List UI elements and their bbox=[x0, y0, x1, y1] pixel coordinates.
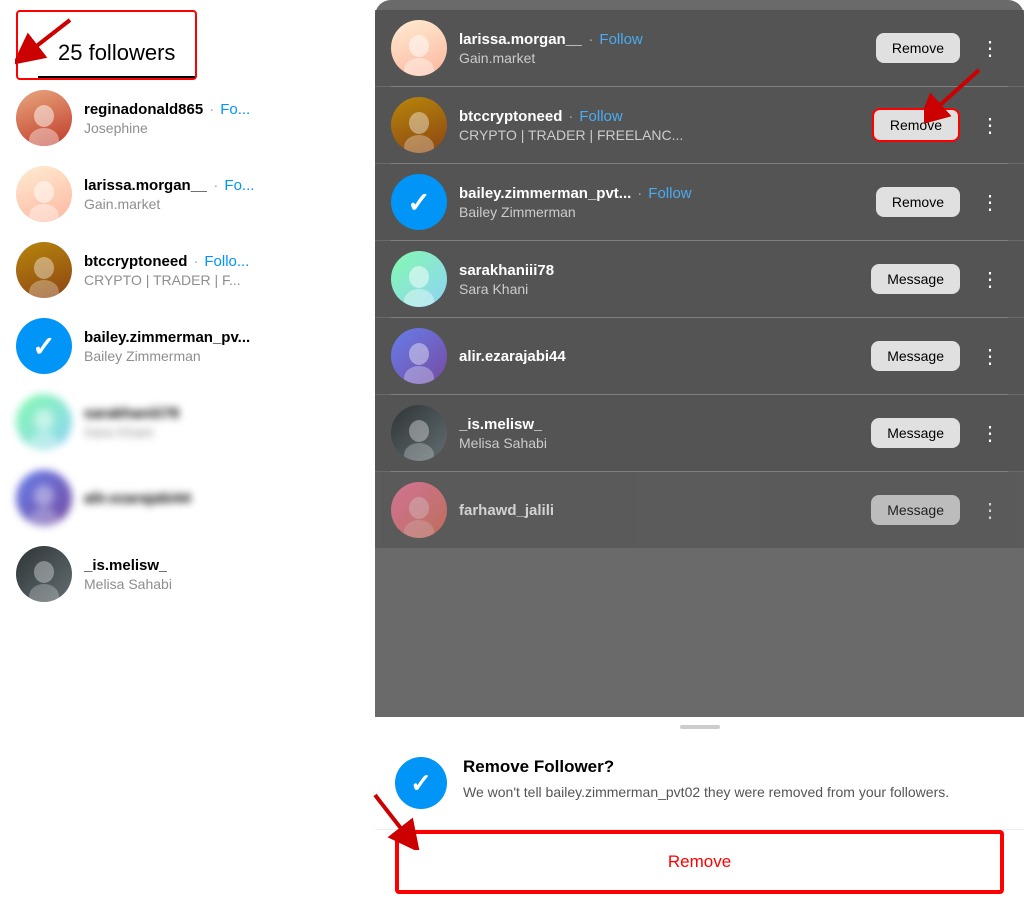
remove-button[interactable]: Remove bbox=[876, 33, 960, 63]
user-info: btccryptoneed · Follo... CRYPTO | TRADER… bbox=[84, 253, 359, 288]
username: larissa.morgan__ bbox=[459, 31, 582, 48]
user-info: larissa.morgan__ · Fo... Gain.market bbox=[84, 177, 359, 212]
avatar-blue-check: ✓ bbox=[391, 174, 447, 230]
follow-link[interactable]: Follo... bbox=[204, 253, 249, 270]
avatar bbox=[391, 405, 447, 461]
red-arrow-right bbox=[924, 65, 994, 130]
display-name: CRYPTO | TRADER | F... bbox=[84, 272, 359, 288]
follow-link[interactable]: Follow bbox=[648, 185, 691, 202]
avatar bbox=[16, 470, 72, 526]
user-info: _is.melisw_ Melisa Sahabi bbox=[84, 557, 359, 592]
username: reginadonald865 bbox=[84, 101, 203, 118]
avatar bbox=[16, 90, 72, 146]
username: larissa.morgan__ bbox=[84, 177, 207, 194]
follow-link[interactable]: Follow bbox=[599, 31, 642, 48]
remove-button[interactable]: Remove bbox=[876, 187, 960, 217]
user-info: btccryptoneed · Follow CRYPTO | TRADER |… bbox=[459, 108, 860, 143]
username: _is.melisw_ bbox=[459, 416, 542, 433]
message-button[interactable]: Message bbox=[871, 341, 960, 371]
list-item[interactable]: alir.ezarajabi44 bbox=[0, 460, 375, 536]
avatar bbox=[16, 166, 72, 222]
left-panel: 25 followers reginadonald865 · Fo... Jos… bbox=[0, 0, 375, 910]
username: farhawd_jalili bbox=[459, 502, 554, 519]
follow-link[interactable]: Fo... bbox=[220, 101, 250, 118]
username: bailey.zimmerman_pvt... bbox=[459, 185, 631, 202]
more-options-icon[interactable]: ⋮ bbox=[972, 32, 1008, 65]
list-item[interactable]: farhawd_jalili Message ⋮ bbox=[375, 472, 1024, 548]
list-item[interactable]: ✓ bailey.zimmerman_pv... Bailey Zimmerma… bbox=[0, 308, 375, 384]
list-item[interactable]: reginadonald865 · Fo... Josephine bbox=[0, 80, 375, 156]
user-info: bailey.zimmerman_pv... Bailey Zimmerman bbox=[84, 329, 359, 364]
username: alir.ezarajabi44 bbox=[84, 490, 191, 507]
remove-button-box: Remove bbox=[395, 830, 1004, 894]
display-name: Josephine bbox=[84, 120, 359, 136]
display-name: Gain.market bbox=[84, 196, 359, 212]
user-info: _is.melisw_ Melisa Sahabi bbox=[459, 416, 859, 451]
red-arrow-top-left bbox=[15, 15, 75, 65]
remove-follower-sheet: ✓ Remove Follower? We won't tell bailey.… bbox=[375, 717, 1024, 910]
checkmark-icon: ✓ bbox=[407, 186, 430, 219]
more-options-icon[interactable]: ⋮ bbox=[972, 186, 1008, 219]
user-info: alir.ezarajabi44 bbox=[459, 348, 859, 365]
bottom-sheet-text: Remove Follower? We won't tell bailey.zi… bbox=[463, 757, 1004, 803]
user-info: farhawd_jalili bbox=[459, 502, 859, 519]
display-name: CRYPTO | TRADER | FREELANC... bbox=[459, 127, 860, 143]
display-name: Sara Khani bbox=[459, 281, 859, 297]
display-name: Melisa Sahabi bbox=[459, 435, 859, 451]
remove-follower-button[interactable]: Remove bbox=[397, 832, 1002, 892]
list-item[interactable]: _is.melisw_ Melisa Sahabi bbox=[0, 536, 375, 612]
user-info: larissa.morgan__ · Follow Gain.market bbox=[459, 31, 864, 66]
username: btccryptoneed bbox=[84, 253, 187, 270]
avatar bbox=[391, 251, 447, 307]
avatar-blue-check: ✓ bbox=[16, 318, 72, 374]
bottom-sheet-content: ✓ Remove Follower? We won't tell bailey.… bbox=[375, 733, 1024, 809]
bottom-sheet-description: We won't tell bailey.zimmerman_pvt02 the… bbox=[463, 783, 1004, 803]
display-name: Gain.market bbox=[459, 50, 864, 66]
drag-handle bbox=[680, 725, 720, 729]
username: sarakhaniii78 bbox=[84, 405, 179, 422]
follow-link[interactable]: Follow bbox=[579, 108, 622, 125]
message-button[interactable]: Message bbox=[871, 495, 960, 525]
followers-count: 25 followers bbox=[58, 40, 175, 65]
list-item[interactable]: sarakhaniii78 Sara Khani Message ⋮ bbox=[375, 241, 1024, 317]
avatar bbox=[391, 328, 447, 384]
user-info: alir.ezarajabi44 bbox=[84, 490, 359, 507]
user-info: sarakhaniii78 Sara Khani bbox=[84, 405, 359, 440]
avatar bbox=[391, 482, 447, 538]
avatar bbox=[16, 394, 72, 450]
username: btccryptoneed bbox=[459, 108, 562, 125]
red-arrow-bottom bbox=[365, 790, 425, 855]
username: bailey.zimmerman_pv... bbox=[84, 329, 250, 346]
display-name: Melisa Sahabi bbox=[84, 576, 359, 592]
list-item[interactable]: ✓ bailey.zimmerman_pvt... · Follow Baile… bbox=[375, 164, 1024, 240]
display-name: Bailey Zimmerman bbox=[459, 204, 864, 220]
avatar bbox=[391, 97, 447, 153]
bottom-sheet-title: Remove Follower? bbox=[463, 757, 1004, 777]
avatar bbox=[391, 20, 447, 76]
more-options-icon[interactable]: ⋮ bbox=[972, 263, 1008, 296]
checkmark-icon: ✓ bbox=[32, 330, 55, 363]
list-item[interactable]: larissa.morgan__ · Fo... Gain.market bbox=[0, 156, 375, 232]
username: _is.melisw_ bbox=[84, 557, 167, 574]
list-item[interactable]: _is.melisw_ Melisa Sahabi Message ⋮ bbox=[375, 395, 1024, 471]
avatar bbox=[16, 242, 72, 298]
follow-link[interactable]: Fo... bbox=[224, 177, 254, 194]
user-info: sarakhaniii78 Sara Khani bbox=[459, 262, 859, 297]
username: alir.ezarajabi44 bbox=[459, 348, 566, 365]
user-info: bailey.zimmerman_pvt... · Follow Bailey … bbox=[459, 185, 864, 220]
message-button[interactable]: Message bbox=[871, 418, 960, 448]
display-name: Sara Khani bbox=[84, 424, 359, 440]
username: sarakhaniii78 bbox=[459, 262, 554, 279]
list-item[interactable]: alir.ezarajabi44 Message ⋮ bbox=[375, 318, 1024, 394]
more-options-icon[interactable]: ⋮ bbox=[972, 494, 1008, 527]
list-item[interactable]: sarakhaniii78 Sara Khani bbox=[0, 384, 375, 460]
display-name: Bailey Zimmerman bbox=[84, 348, 359, 364]
message-button[interactable]: Message bbox=[871, 264, 960, 294]
more-options-icon[interactable]: ⋮ bbox=[972, 340, 1008, 373]
list-item[interactable]: btccryptoneed · Follo... CRYPTO | TRADER… bbox=[0, 232, 375, 308]
more-options-icon[interactable]: ⋮ bbox=[972, 417, 1008, 450]
avatar bbox=[16, 546, 72, 602]
user-info: reginadonald865 · Fo... Josephine bbox=[84, 101, 359, 136]
